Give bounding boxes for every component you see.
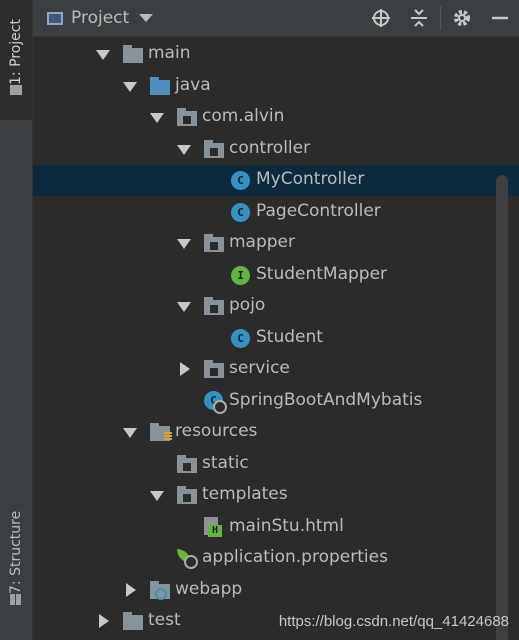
source-folder-icon: [150, 76, 170, 95]
settings-button[interactable]: [443, 0, 481, 36]
tree-row[interactable]: pojo: [33, 291, 519, 322]
class-icon: C: [231, 171, 250, 190]
tree-row-label: Student: [256, 326, 323, 347]
tree-row-label: MyController: [256, 169, 365, 189]
collapsed-arrow-icon[interactable]: [126, 582, 136, 597]
class-icon: C: [231, 202, 250, 222]
web-folder-icon: [150, 580, 170, 600]
tree-row[interactable]: HmainStu.html: [33, 512, 519, 543]
tree-row-label: pojo: [229, 295, 266, 315]
html-file-icon: H: [204, 516, 224, 537]
package-icon: [204, 360, 224, 378]
structure-tool-tab[interactable]: 7: Structure: [0, 506, 32, 616]
gear-icon: [454, 10, 470, 26]
locate-icon: [372, 9, 390, 27]
project-tool-tab[interactable]: 1: Project: [0, 0, 32, 120]
expanded-arrow-icon[interactable]: [123, 81, 137, 92]
tree-row-label: static: [202, 452, 249, 473]
tree-row[interactable]: templates: [33, 480, 519, 511]
tree-row-label: mainStu.html: [229, 515, 344, 536]
package-icon: [177, 108, 197, 126]
tree-row-label: webapp: [175, 578, 243, 599]
folder-icon: [123, 612, 143, 630]
package-icon: [204, 139, 224, 158]
chevron-down-icon[interactable]: [139, 14, 154, 22]
package-icon: [204, 297, 224, 315]
package-icon: [177, 454, 197, 473]
collapse-all-button[interactable]: [400, 0, 438, 36]
vertical-scrollbar[interactable]: [496, 175, 508, 640]
expanded-arrow-icon[interactable]: [177, 239, 191, 249]
folder-icon: [123, 45, 143, 63]
toolbar-divider: [440, 6, 441, 30]
structure-icon: [10, 594, 22, 606]
watermark: https://blog.csdn.net/qq_41424688: [278, 613, 509, 630]
tree-row[interactable]: service: [33, 354, 519, 385]
expanded-arrow-icon[interactable]: [123, 428, 137, 438]
tree-row[interactable]: C PageController: [33, 197, 519, 228]
collapsed-arrow-icon[interactable]: [180, 362, 190, 376]
tree-row-label: templates: [202, 484, 288, 504]
tree-row[interactable]: controller: [33, 134, 519, 165]
project-window-icon: [47, 11, 63, 25]
tree-row-label: service: [229, 358, 290, 378]
tree-row[interactable]: I StudentMapper: [33, 260, 519, 291]
class-icon: C: [231, 328, 250, 348]
tree-row-label: application.properties: [202, 547, 388, 567]
tree-row[interactable]: C MyController: [33, 165, 519, 196]
resources-folder-icon: [150, 423, 172, 441]
expanded-arrow-icon[interactable]: [150, 491, 164, 501]
project-tab-label: 1: Project: [8, 19, 24, 85]
expanded-arrow-icon[interactable]: [96, 50, 110, 60]
project-header: Project: [33, 0, 519, 37]
expanded-arrow-icon[interactable]: [177, 302, 191, 312]
tree-row[interactable]: mapper: [33, 228, 519, 259]
tree-row-label: resources: [175, 421, 258, 441]
tree-row[interactable]: com.alvin: [33, 102, 519, 133]
spring-boot-class-icon: C: [204, 390, 227, 414]
package-icon: [204, 234, 224, 252]
interface-icon: I: [231, 265, 250, 285]
tree-row[interactable]: webapp: [33, 575, 519, 606]
tree-row[interactable]: static: [33, 449, 519, 480]
folder-icon: [10, 85, 22, 95]
tree-row-label: com.alvin: [202, 106, 285, 126]
spring-properties-icon: [177, 549, 198, 569]
project-view-selector[interactable]: Project: [71, 8, 129, 28]
expanded-arrow-icon[interactable]: [150, 113, 164, 123]
tree-row-label: main: [148, 43, 191, 63]
tree-row[interactable]: C SpringBootAndMybatis: [33, 386, 519, 417]
minimize-icon: [492, 16, 508, 20]
structure-tab-label: 7: Structure: [8, 510, 24, 595]
collapsed-arrow-icon[interactable]: [99, 614, 109, 628]
expanded-arrow-icon[interactable]: [177, 144, 191, 155]
tree-row-label: StudentMapper: [256, 263, 388, 284]
tree-row[interactable]: resources: [33, 417, 519, 448]
tree-row[interactable]: application.properties: [33, 543, 519, 574]
tree-row-label: SpringBootAndMybatis: [229, 389, 423, 410]
tree-row-label: PageController: [256, 200, 381, 221]
collapse-all-icon: [411, 9, 427, 27]
minimize-button[interactable]: [481, 0, 519, 36]
tree-row[interactable]: main: [33, 39, 519, 70]
tree-row-label: controller: [229, 137, 311, 158]
tree-row-label: mapper: [229, 232, 296, 252]
tree-row[interactable]: C Student: [33, 323, 519, 354]
project-tree[interactable]: main java com.alvin controller C MyController…: [33, 37, 519, 640]
locate-button[interactable]: [362, 0, 400, 36]
tool-window-stripe: 1: Project 7: Structure: [0, 0, 33, 640]
package-icon: [177, 486, 197, 504]
tree-row-label: java: [175, 74, 211, 95]
tree-row[interactable]: java: [33, 71, 519, 102]
tree-row-label: test: [148, 610, 181, 630]
